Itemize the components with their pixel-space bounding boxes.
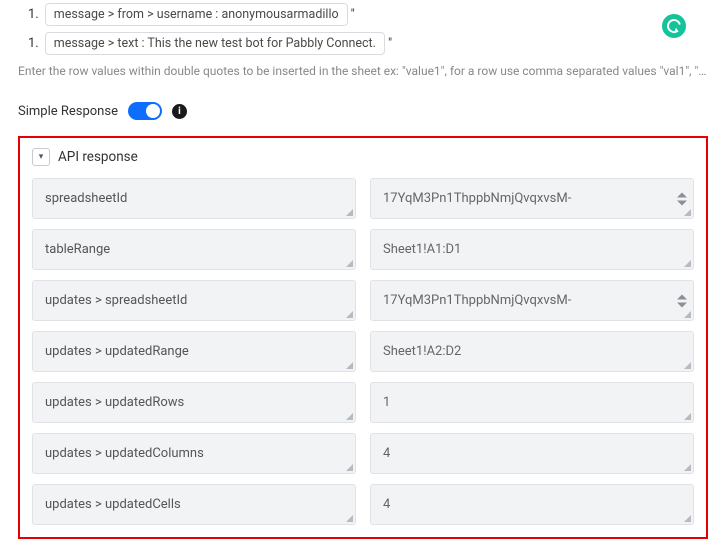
collapse-button[interactable]: ▾ <box>32 148 50 166</box>
api-row-key[interactable]: tableRange <box>32 229 356 270</box>
resize-handle-icon <box>344 309 354 319</box>
grammarly-icon[interactable] <box>662 14 686 38</box>
resize-handle-icon <box>682 258 692 268</box>
resize-handle-icon <box>344 258 354 268</box>
api-row-value[interactable]: Sheet1!A2:D2 <box>370 331 694 372</box>
api-row-key[interactable]: updates > updatedCells <box>32 484 356 525</box>
resize-handle-icon <box>682 207 692 217</box>
number-stepper[interactable] <box>677 294 689 307</box>
field-path: message > text : <box>54 36 145 51</box>
list-number: 1. <box>28 36 39 51</box>
helper-text: Enter the row values within double quote… <box>18 64 708 78</box>
field-path: message > from > username : <box>54 7 219 22</box>
info-icon[interactable]: i <box>172 104 187 119</box>
field-pill[interactable]: message > text : This the new test bot f… <box>45 32 385 55</box>
chevron-up-icon <box>677 294 687 299</box>
api-row: tableRange Sheet1!A1:D1 <box>32 229 694 270</box>
api-response-panel: ▾ API response spreadsheetId 17YqM3Pn1Thp… <box>18 136 708 539</box>
resize-handle-icon <box>682 411 692 421</box>
api-row: updates > updatedColumns 4 <box>32 433 694 474</box>
resize-handle-icon <box>682 513 692 523</box>
mapped-field-item: 1. message > text : This the new test bo… <box>28 29 708 58</box>
api-row: updates > updatedRows 1 <box>32 382 694 423</box>
api-row-value[interactable]: 17YqM3Pn1ThppbNmjQvqxvsM- <box>370 178 694 219</box>
api-row-value[interactable]: 17YqM3Pn1ThppbNmjQvqxvsM- <box>370 280 694 321</box>
field-value: This the new test bot for Pabbly Connect… <box>147 36 376 51</box>
simple-response-row: Simple Response i <box>18 102 708 120</box>
simple-response-label: Simple Response <box>18 104 118 119</box>
mapped-fields-list: 1. message > from > username : anonymous… <box>28 0 708 58</box>
api-row-value[interactable]: 4 <box>370 484 694 525</box>
api-row-key[interactable]: spreadsheetId <box>32 178 356 219</box>
resize-handle-icon <box>682 309 692 319</box>
api-row-value[interactable]: 4 <box>370 433 694 474</box>
list-number: 1. <box>28 7 39 22</box>
api-row-key[interactable]: updates > spreadsheetId <box>32 280 356 321</box>
api-row-key[interactable]: updates > updatedRange <box>32 331 356 372</box>
quote-mark: " <box>351 7 355 22</box>
chevron-up-icon <box>677 192 687 197</box>
api-row-value[interactable]: 1 <box>370 382 694 423</box>
chevron-down-icon <box>677 200 687 205</box>
api-row: spreadsheetId 17YqM3Pn1ThppbNmjQvqxvsM- <box>32 178 694 219</box>
resize-handle-icon <box>344 462 354 472</box>
api-response-title: API response <box>58 149 138 165</box>
quote-mark: " <box>388 36 392 51</box>
chevron-down-icon <box>677 302 687 307</box>
field-pill[interactable]: message > from > username : anonymousarm… <box>45 3 348 26</box>
resize-handle-icon <box>344 207 354 217</box>
chevron-down-icon: ▾ <box>39 152 44 162</box>
simple-response-toggle[interactable] <box>128 102 162 120</box>
resize-handle-icon <box>344 513 354 523</box>
mapped-field-item: 1. message > from > username : anonymous… <box>28 0 708 29</box>
api-row: updates > updatedRange Sheet1!A2:D2 <box>32 331 694 372</box>
field-value: anonymousarmadillo <box>221 7 338 22</box>
api-row: updates > updatedCells 4 <box>32 484 694 525</box>
api-row-key[interactable]: updates > updatedRows <box>32 382 356 423</box>
resize-handle-icon <box>344 411 354 421</box>
resize-handle-icon <box>682 360 692 370</box>
api-response-header: ▾ API response <box>32 148 694 166</box>
resize-handle-icon <box>682 462 692 472</box>
api-row-key[interactable]: updates > updatedColumns <box>32 433 356 474</box>
api-row: updates > spreadsheetId 17YqM3Pn1ThppbNmj… <box>32 280 694 321</box>
resize-handle-icon <box>344 360 354 370</box>
number-stepper[interactable] <box>677 192 689 205</box>
api-row-value[interactable]: Sheet1!A1:D1 <box>370 229 694 270</box>
